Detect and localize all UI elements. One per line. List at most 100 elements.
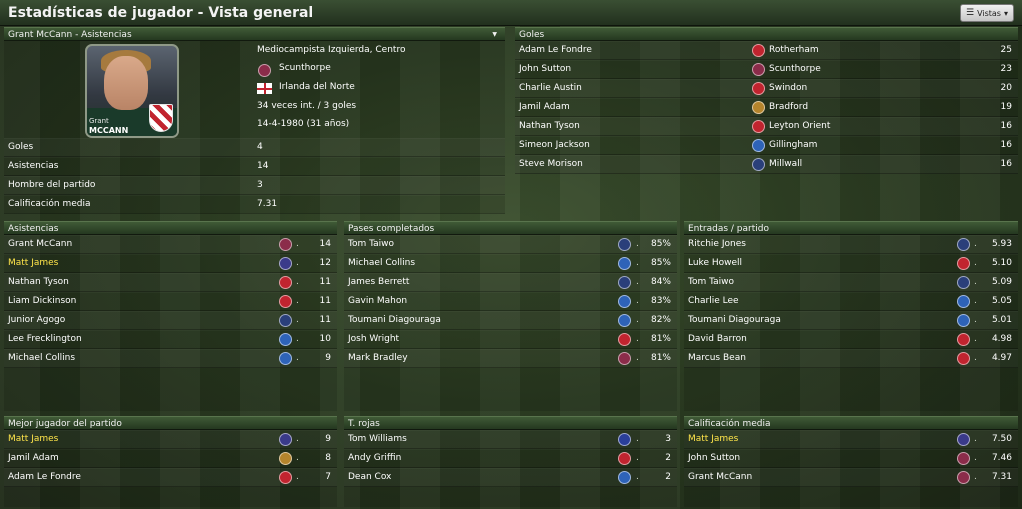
table-row[interactable]: Michael Collins. 85% — [344, 254, 677, 273]
player-name[interactable]: Grant McCann — [688, 468, 752, 487]
table-row[interactable]: Matt James. 7.50 — [684, 430, 1018, 449]
table-row[interactable]: John Sutton. 7.46 — [684, 449, 1018, 468]
table-row[interactable]: Grant McCann. 7.31 — [684, 468, 1018, 487]
player-name[interactable]: Nathan Tyson — [8, 273, 69, 292]
table-row[interactable]: Ritchie Jones. 5.93 — [684, 235, 1018, 254]
table-row[interactable]: Steve Morison Millwall 16 — [515, 155, 1018, 174]
player-name[interactable]: Lee Frecklington — [8, 330, 82, 349]
player-name[interactable]: Adam Le Fondre — [519, 41, 592, 60]
separator-dot: . — [974, 258, 977, 268]
player-name[interactable]: Charlie Lee — [688, 292, 739, 311]
table-row[interactable]: Tom Williams. 3 — [344, 430, 677, 449]
table-row[interactable]: Grant McCann. 14 — [4, 235, 337, 254]
separator-dot: . — [974, 434, 977, 444]
table-row[interactable]: Simeon Jackson Gillingham 16 — [515, 136, 1018, 155]
table-row[interactable]: Charlie Austin Swindon 20 — [515, 79, 1018, 98]
player-name[interactable]: Matt James — [688, 430, 738, 449]
club-name[interactable]: Scunthorpe — [769, 60, 821, 79]
table-row[interactable]: Junior Agogo. 11 — [4, 311, 337, 330]
player-name[interactable]: Mark Bradley — [348, 349, 408, 368]
player-club[interactable]: Scunthorpe — [279, 63, 331, 73]
table-row[interactable]: Matt James. 12 — [4, 254, 337, 273]
table-row[interactable]: Charlie Lee. 5.05 — [684, 292, 1018, 311]
club-name[interactable]: Leyton Orient — [769, 117, 830, 136]
table-row[interactable]: Liam Dickinson. 11 — [4, 292, 337, 311]
tackles-panel: Entradas / partido Ritchie Jones. 5.93 Lu… — [684, 221, 1018, 411]
table-row[interactable]: Toumani Diagouraga. 82% — [344, 311, 677, 330]
goals-value: 16 — [1000, 140, 1012, 150]
table-row[interactable]: Adam Le Fondre. 7 — [4, 468, 337, 487]
table-row[interactable]: Jamil Adam. 8 — [4, 449, 337, 468]
table-row[interactable]: Tom Taiwo. 85% — [344, 235, 677, 254]
table-row[interactable]: Luke Howell. 5.10 — [684, 254, 1018, 273]
player-name[interactable]: John Sutton — [519, 60, 571, 79]
player-name[interactable]: Luke Howell — [688, 254, 742, 273]
table-row[interactable]: Matt James. 9 — [4, 430, 337, 449]
player-name[interactable]: Jamil Adam — [519, 98, 570, 117]
player-name[interactable]: Tom Taiwo — [688, 273, 734, 292]
table-row[interactable]: James Berrett. 84% — [344, 273, 677, 292]
assists-value: 12 — [319, 258, 331, 268]
club-name[interactable]: Gillingham — [769, 136, 817, 155]
table-row[interactable]: Marcus Bean. 4.97 — [684, 349, 1018, 368]
player-name[interactable]: Ritchie Jones — [688, 235, 746, 254]
table-row[interactable]: Gavin Mahon. 83% — [344, 292, 677, 311]
passes-panel: Pases completados Tom Taiwo. 85% Michael … — [344, 221, 677, 411]
club-name[interactable]: Bradford — [769, 98, 808, 117]
player-name[interactable]: Toumani Diagouraga — [348, 311, 441, 330]
player-name[interactable]: James Berrett — [348, 273, 409, 292]
club-name[interactable]: Swindon — [769, 79, 807, 98]
table-row[interactable]: Josh Wright. 81% — [344, 330, 677, 349]
goals-value: 19 — [1000, 102, 1012, 112]
table-row[interactable]: Nathan Tyson. 11 — [4, 273, 337, 292]
player-name[interactable]: Matt James — [8, 430, 58, 449]
player-name[interactable]: Gavin Mahon — [348, 292, 407, 311]
rating-value: 7.31 — [991, 472, 1012, 482]
player-name[interactable]: Grant McCann — [8, 235, 72, 254]
table-row[interactable]: Nathan Tyson Leyton Orient 16 — [515, 117, 1018, 136]
red-cards-value: 3 — [665, 434, 671, 444]
player-name[interactable]: Simeon Jackson — [519, 136, 590, 155]
table-row[interactable]: Dean Cox. 2 — [344, 468, 677, 487]
player-name[interactable]: John Sutton — [688, 449, 740, 468]
table-row[interactable]: John Sutton Scunthorpe 23 — [515, 60, 1018, 79]
player-name[interactable]: Michael Collins — [348, 254, 415, 273]
player-name[interactable]: Dean Cox — [348, 468, 391, 487]
player-name[interactable]: Josh Wright — [348, 330, 399, 349]
table-row[interactable]: Lee Frecklington. 10 — [4, 330, 337, 349]
club-name[interactable]: Millwall — [769, 155, 802, 174]
player-name[interactable]: Jamil Adam — [8, 449, 59, 468]
player-nation[interactable]: Irlanda del Norte — [279, 82, 355, 92]
player-name[interactable]: Nathan Tyson — [519, 117, 580, 136]
table-row[interactable]: Tom Taiwo. 5.09 — [684, 273, 1018, 292]
profile-panel-header[interactable]: Grant McCann - Asistencias ▼ — [4, 27, 505, 41]
table-row[interactable]: Jamil Adam Bradford 19 — [515, 98, 1018, 117]
table-row[interactable]: Michael Collins. 9 — [4, 349, 337, 368]
player-name[interactable]: Liam Dickinson — [8, 292, 76, 311]
player-name[interactable]: David Barron — [688, 330, 747, 349]
player-name[interactable]: Junior Agogo — [8, 311, 65, 330]
tackles-value: 5.93 — [991, 239, 1012, 249]
views-menu-button[interactable]: ☰ Vistas ▾ — [960, 4, 1014, 22]
chevron-down-icon[interactable]: ▼ — [492, 28, 497, 42]
player-name[interactable]: Matt James — [8, 254, 58, 273]
player-name[interactable]: Andy Griffin — [348, 449, 401, 468]
player-name[interactable]: Charlie Austin — [519, 79, 582, 98]
player-name[interactable]: Toumani Diagouraga — [688, 311, 781, 330]
player-name[interactable]: Michael Collins — [8, 349, 75, 368]
player-name[interactable]: Adam Le Fondre — [8, 468, 81, 487]
player-name[interactable]: Tom Williams — [348, 430, 407, 449]
club-badge-icon — [279, 238, 292, 251]
player-name[interactable]: Steve Morison — [519, 155, 583, 174]
club-badge-icon — [752, 101, 765, 114]
table-row[interactable]: Andy Griffin. 2 — [344, 449, 677, 468]
table-row[interactable]: David Barron. 4.98 — [684, 330, 1018, 349]
player-name[interactable]: Marcus Bean — [688, 349, 746, 368]
player-name[interactable]: Tom Taiwo — [348, 235, 394, 254]
table-row[interactable]: Mark Bradley. 81% — [344, 349, 677, 368]
player-position: Mediocampista Izquierda, Centro — [257, 45, 406, 55]
club-name[interactable]: Rotherham — [769, 41, 819, 60]
club-badge-icon — [957, 314, 970, 327]
table-row[interactable]: Adam Le Fondre Rotherham 25 — [515, 41, 1018, 60]
table-row[interactable]: Toumani Diagouraga. 5.01 — [684, 311, 1018, 330]
